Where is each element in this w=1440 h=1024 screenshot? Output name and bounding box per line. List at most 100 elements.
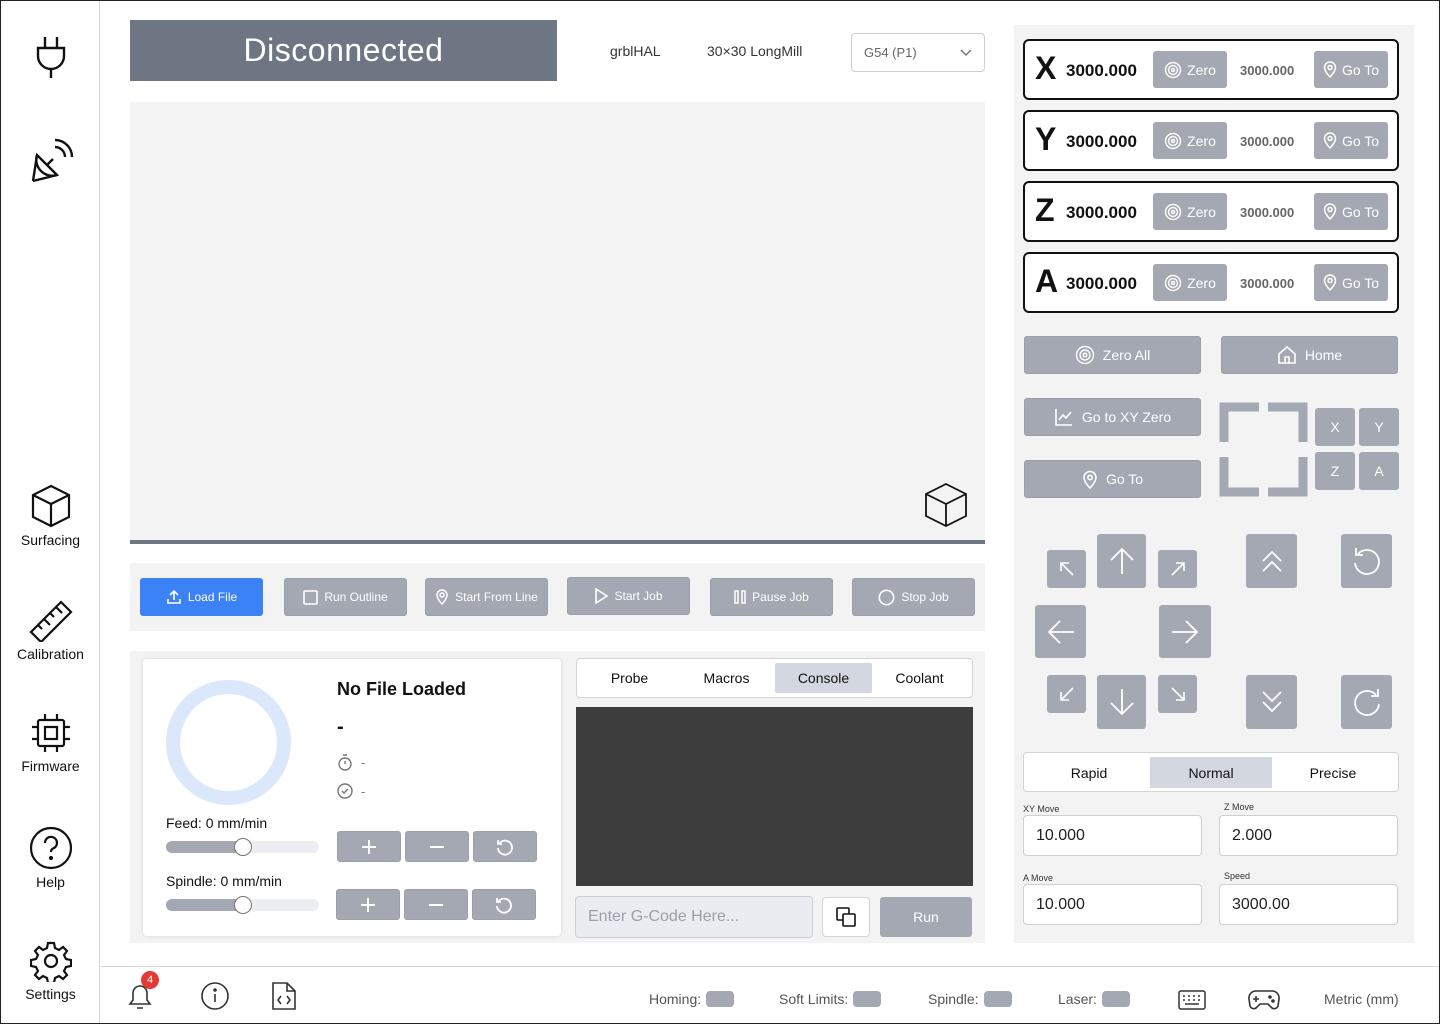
mode-rapid[interactable]: Rapid [1028, 757, 1150, 788]
sidebar-item-help[interactable]: Help [1, 826, 100, 890]
speed-input[interactable]: 3000.00 [1219, 884, 1398, 925]
gamepad-icon[interactable] [1247, 987, 1281, 1013]
tab-console[interactable]: Console [775, 663, 872, 693]
run-gcode-button[interactable]: Run [880, 897, 972, 937]
completion-status: - [337, 783, 365, 799]
help-icon [29, 826, 72, 870]
spindle-toggle[interactable] [983, 991, 1012, 1007]
zero-all-button[interactable]: Zero All [1024, 336, 1201, 374]
jog-down-button[interactable] [1097, 675, 1146, 729]
spindle-override-slider[interactable] [166, 896, 319, 914]
z-move-input[interactable]: 2.000 [1219, 815, 1398, 856]
spindle-slider-handle[interactable] [234, 896, 252, 914]
work-position[interactable]: 3000.000 [1066, 203, 1137, 223]
xy-move-input[interactable]: 10.000 [1023, 815, 1202, 856]
home-x-button[interactable]: X [1315, 408, 1355, 446]
workspace-select[interactable]: G54 (P1) [851, 33, 985, 72]
home-button[interactable]: Home [1221, 336, 1398, 374]
zero-z-button[interactable]: Zero [1153, 193, 1227, 230]
code-file-icon[interactable] [271, 981, 297, 1011]
arrow-up-icon [1109, 547, 1134, 574]
goto-a-button[interactable]: Go To [1314, 264, 1388, 301]
sidebar: Surfacing Calibration Firmware Help Sett… [1, 1, 100, 1023]
check-circle-icon [337, 783, 353, 799]
sidebar-item-settings[interactable]: Settings [1, 940, 100, 1002]
file-title: No File Loaded [337, 679, 467, 699]
run-outline-button[interactable]: Run Outline [284, 578, 407, 616]
spindle-reset-button[interactable] [472, 889, 536, 920]
workspace-select-value: G54 (P1) [864, 45, 917, 60]
goto-z-button[interactable]: Go To [1314, 193, 1388, 230]
console-output[interactable] [576, 707, 973, 886]
go-to-xy-zero-button[interactable]: Go to XY Zero [1024, 398, 1201, 436]
jog-up-right-button[interactable] [1158, 550, 1197, 588]
gcode-input[interactable]: Enter G-Code Here... [575, 896, 813, 938]
tab-macros[interactable]: Macros [678, 663, 775, 693]
file-name: - [337, 716, 344, 738]
a-move-input[interactable]: 10.000 [1023, 884, 1202, 925]
laser-toggle[interactable] [1101, 991, 1130, 1007]
jog-down-left-button[interactable] [1047, 675, 1086, 713]
tab-probe[interactable]: Probe [581, 663, 678, 693]
cube-icon [31, 484, 70, 528]
jog-up-button[interactable] [1097, 534, 1146, 588]
jog-z-up-button[interactable] [1246, 534, 1297, 588]
start-from-line-button[interactable]: Start From Line [425, 578, 548, 616]
jog-z-down-button[interactable] [1246, 675, 1297, 729]
go-to-button[interactable]: Go To [1024, 460, 1201, 498]
units-label[interactable]: Metric (mm) [1324, 991, 1399, 1007]
sidebar-item-surfacing[interactable]: Surfacing [1, 484, 100, 548]
goto-y-button[interactable]: Go To [1314, 122, 1388, 159]
homing-toggle[interactable] [706, 991, 735, 1007]
dro-row-z: Z 3000.000 Zero 3000.000 Go To [1023, 181, 1399, 242]
spindle-override-label: Spindle: 0 mm/min [166, 873, 282, 889]
feed-reset-button[interactable] [473, 831, 537, 862]
work-position[interactable]: 3000.000 [1066, 274, 1137, 294]
jog-left-button[interactable] [1035, 605, 1086, 658]
jog-down-right-button[interactable] [1158, 675, 1197, 713]
sidebar-item-connection[interactable] [1, 34, 100, 80]
jog-a-ccw-button[interactable] [1341, 534, 1392, 588]
plus-icon [362, 839, 376, 854]
load-file-button[interactable]: Load File [140, 578, 263, 616]
view-cube-icon[interactable] [922, 481, 970, 529]
zero-x-button[interactable]: Zero [1153, 51, 1227, 88]
copy-console-button[interactable] [822, 897, 870, 937]
work-position[interactable]: 3000.000 [1066, 61, 1137, 81]
stop-job-button[interactable]: Stop Job [852, 578, 975, 616]
spindle-increase-button[interactable] [336, 889, 400, 920]
gear-icon [29, 941, 72, 982]
tab-coolant[interactable]: Coolant [871, 663, 968, 693]
keyboard-icon[interactable] [1178, 989, 1206, 1011]
home-corners-icon[interactable] [1219, 402, 1308, 497]
chip-icon [31, 714, 70, 752]
goto-x-button[interactable]: Go To [1314, 51, 1388, 88]
zero-y-button[interactable]: Zero [1153, 122, 1227, 159]
home-a-button[interactable]: A [1359, 452, 1399, 490]
mode-precise[interactable]: Precise [1272, 757, 1394, 788]
feed-increase-button[interactable] [337, 831, 401, 862]
jog-right-button[interactable] [1159, 605, 1211, 658]
sidebar-item-calibration[interactable]: Calibration [1, 598, 100, 662]
minus-icon [430, 845, 444, 848]
pause-job-button[interactable]: Pause Job [710, 578, 833, 616]
jog-a-cw-button[interactable] [1341, 675, 1392, 729]
feed-decrease-button[interactable] [405, 831, 469, 862]
home-z-button[interactable]: Z [1315, 452, 1355, 490]
spindle-decrease-button[interactable] [404, 889, 468, 920]
mode-normal[interactable]: Normal [1150, 757, 1272, 788]
sidebar-item-firmware[interactable]: Firmware [1, 712, 100, 774]
jog-up-left-button[interactable] [1047, 550, 1086, 588]
work-position[interactable]: 3000.000 [1066, 132, 1137, 152]
feed-override-slider[interactable] [166, 838, 319, 856]
soft-limits-toggle[interactable] [853, 991, 882, 1007]
toolpath-visualizer[interactable] [130, 102, 985, 540]
start-job-button[interactable]: Start Job [567, 577, 690, 615]
feed-slider-handle[interactable] [234, 838, 252, 856]
info-icon[interactable] [200, 981, 230, 1011]
home-y-button[interactable]: Y [1359, 408, 1399, 446]
sidebar-item-remote[interactable] [1, 137, 100, 185]
zero-a-button[interactable]: Zero [1153, 264, 1227, 301]
double-chevron-up-icon [1261, 550, 1282, 572]
stopwatch-icon [338, 754, 352, 771]
